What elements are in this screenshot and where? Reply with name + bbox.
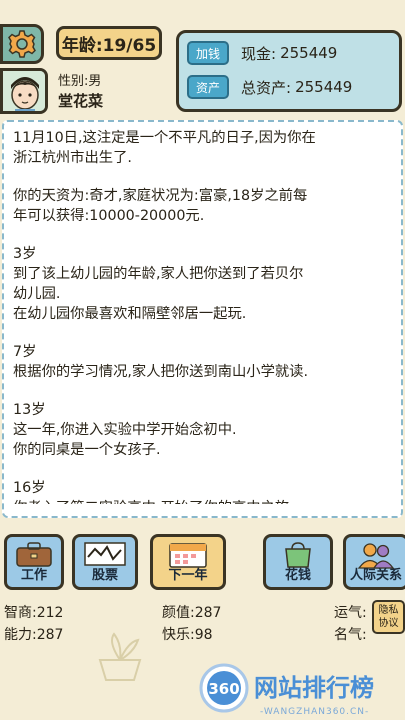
story-line: 这一年,你进入实验中学开始念初中. <box>13 422 237 438</box>
story-line: 幼儿园. <box>13 286 61 302</box>
story-line: 在幼儿园你最喜欢和隔壁邻居一起玩. <box>13 306 247 322</box>
story-line: 11月10日,这注定是一个不平凡的日子,因为你在 <box>13 130 316 146</box>
story-content: 11月10日,这注定是一个不平凡的日子,因为你在 浙江杭州市出生了. 你的天资为:奇… <box>13 128 395 516</box>
next-year-button[interactable]: 下一年 <box>150 534 226 590</box>
relationships-button[interactable]: 人际关系 <box>343 534 405 590</box>
watermark-logo: 360 网站排行榜 -WANGZHAN360.CN- <box>198 662 405 720</box>
story-line: 到了该上幼儿园的年龄,家人把你送到了若贝尔 <box>13 266 304 282</box>
story-line: 16岁 <box>13 480 46 496</box>
next-year-label: 下一年 <box>168 568 208 583</box>
story-line: 你的天资为:奇才,家庭状况为:富豪,18岁之前每 <box>13 188 308 204</box>
story-bottom-edge <box>4 504 401 516</box>
privacy-policy-button[interactable]: 隐私 协议 <box>372 600 405 634</box>
story-entry: 你的天资为:奇才,家庭状况为:富豪,18岁之前每 年可以获得:10000-2000… <box>13 186 395 226</box>
luck-stat: 运气: <box>334 605 367 621</box>
total-assets-value: 255449 <box>295 78 353 96</box>
age-text: 年龄:19/65 <box>61 35 157 56</box>
ability-stat: 能力:287 <box>4 627 64 643</box>
story-entry: 3岁到了该上幼儿园的年龄,家人把你送到了若贝尔 幼儿园. 在幼儿园你最喜欢和隔壁邻居… <box>13 244 395 324</box>
assets-row: 资产 总资产: 255449 <box>187 75 352 99</box>
watermark-url: -WANGZHAN360.CN- <box>260 707 369 717</box>
plant-decoration-icon <box>98 632 142 681</box>
story-line: 3岁 <box>13 246 37 262</box>
cash-value: 255449 <box>280 44 338 62</box>
settings-button[interactable] <box>0 24 44 64</box>
privacy-label-line1: 隐私 <box>378 605 399 616</box>
spend-money-button[interactable]: 花钱 <box>263 534 333 590</box>
story-entry: 11月10日,这注定是一个不平凡的日子,因为你在 浙江杭州市出生了. <box>13 128 395 168</box>
cash-row: 加钱 现金: 255449 <box>187 41 337 65</box>
story-line: 7岁 <box>13 344 37 360</box>
story-log[interactable]: 11月10日,这注定是一个不平凡的日子,因为你在 浙江杭州市出生了. 你的天资为:奇… <box>2 120 403 518</box>
privacy-label-line2: 协议 <box>378 618 399 629</box>
story-entry: 13岁这一年,你进入实验中学开始念初中. 你的同桌是一个女孩子. <box>13 400 395 460</box>
looks-stat: 颜值:287 <box>162 605 222 621</box>
watermark-badge-icon: 360 网站排行榜 -WANGZHAN360.CN- <box>199 663 374 717</box>
gear-icon <box>8 30 36 58</box>
age-display: 年龄:19/65 <box>56 26 162 60</box>
spend-label: 花钱 <box>284 568 311 583</box>
avatar[interactable] <box>0 68 48 114</box>
story-line: 浙江杭州市出生了. <box>13 150 132 166</box>
stats-panel: 智商:212 能力:287 颜值:287 快乐:98 运气: 名气: <box>0 598 405 643</box>
stock-label: 股票 <box>91 568 118 583</box>
relationships-label: 人际关系 <box>349 568 402 583</box>
assets-button[interactable]: 资产 <box>187 75 229 99</box>
work-label: 工作 <box>20 568 47 583</box>
avatar-face-icon <box>3 71 45 111</box>
happiness-stat: 快乐:98 <box>162 627 213 643</box>
iq-stat: 智商:212 <box>4 605 64 621</box>
gender-label: 性别:男 <box>58 74 102 89</box>
total-assets-label: 总资产: <box>241 78 292 97</box>
story-entry: 7岁根据你的学习情况,家人把你送到南山小学就读. <box>13 342 395 382</box>
cash-label: 现金: <box>241 44 277 63</box>
story-line: 13岁 <box>13 402 46 418</box>
top-header: 年龄:19/65 性别:男 堂花菜 加钱 现金: 255449 资产 总资产: … <box>0 0 405 118</box>
watermark-badge-text: 360 <box>208 680 239 698</box>
story-line: 根据你的学习情况,家人把你送到南山小学就读. <box>13 364 309 380</box>
player-name: 堂花菜 <box>58 92 104 110</box>
fame-stat: 名气: <box>334 627 367 643</box>
watermark-title: 网站排行榜 <box>254 674 374 702</box>
story-line: 你的同桌是一个女孩子. <box>13 442 161 458</box>
work-button[interactable]: 工作 <box>4 534 64 590</box>
money-panel: 加钱 现金: 255449 资产 总资产: 255449 <box>176 30 402 112</box>
story-line: 年可以获得:10000-20000元. <box>13 208 205 224</box>
stock-button[interactable]: 股票 <box>72 534 138 590</box>
action-bar: 工作 股票 下一年 花钱 人际关系 <box>0 534 405 594</box>
add-money-button[interactable]: 加钱 <box>187 41 229 65</box>
